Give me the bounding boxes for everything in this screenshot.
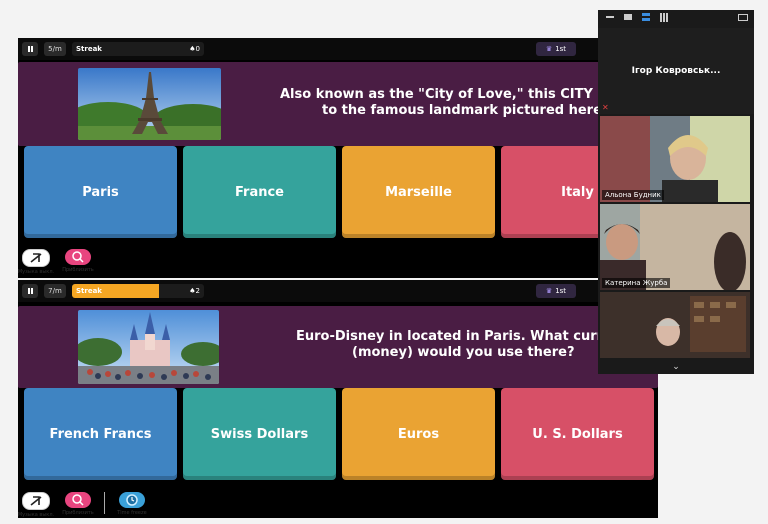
quiz-screen-1: 5/m Streak ♠0 ♛ 1st Also known as the "Ci… bbox=[18, 38, 658, 278]
zoom-button[interactable]: Приблизить bbox=[58, 249, 98, 273]
music-off-label: Музыка выкл. bbox=[17, 512, 55, 518]
question-text-line2: (money) would you use there? bbox=[352, 345, 575, 360]
participant-name: Катерина Журба bbox=[602, 278, 671, 288]
rank-text: 1st bbox=[555, 287, 567, 295]
streak-count: ♠0 bbox=[189, 45, 200, 53]
music-off-icon bbox=[22, 249, 50, 267]
time-freeze-label: Time freeze bbox=[117, 510, 147, 516]
answer-option-2[interactable]: Swiss Dollars bbox=[183, 388, 336, 480]
participant-tile: Катерина Журба bbox=[600, 204, 750, 290]
answer-option-1[interactable]: French Francs bbox=[24, 388, 177, 480]
answer-option-1[interactable]: Paris bbox=[24, 146, 177, 238]
minimize-icon[interactable] bbox=[606, 16, 614, 18]
thumbnail-view-icon[interactable] bbox=[624, 14, 632, 20]
speaker-view-icon[interactable] bbox=[642, 13, 650, 21]
answer-option-4[interactable]: U. S. Dollars bbox=[501, 388, 654, 480]
pause-button[interactable] bbox=[22, 42, 38, 56]
rank-badge: ♛ 1st bbox=[536, 42, 576, 56]
time-freeze-button[interactable]: Time freeze bbox=[112, 492, 152, 516]
streak-bar: Streak ♠2 bbox=[72, 284, 204, 298]
crown-icon: ♛ bbox=[545, 287, 553, 295]
quiz-topbar: 7/m Streak ♠2 ♛ 1st bbox=[18, 280, 658, 302]
streak-count: ♠2 bbox=[189, 287, 200, 295]
rank-badge: ♛ 1st bbox=[536, 284, 576, 298]
participant-tile: Альона Будник bbox=[600, 116, 750, 202]
participant-tile bbox=[600, 292, 750, 358]
answer-option-3[interactable]: Marseille bbox=[342, 146, 495, 238]
zoom-label: Приблизить bbox=[62, 510, 94, 516]
zoom-icon bbox=[65, 492, 91, 508]
music-off-icon bbox=[22, 492, 50, 510]
quiz-topbar: 5/m Streak ♠0 ♛ 1st bbox=[18, 38, 658, 60]
host-name: Ігор Ковровськ... bbox=[631, 66, 721, 76]
question-image-eiffel-tower bbox=[78, 68, 221, 140]
pause-button[interactable] bbox=[22, 284, 38, 298]
expand-chevron-icon[interactable]: ⌄ bbox=[598, 360, 754, 374]
crown-icon: ♛ bbox=[545, 45, 553, 53]
gallery-view-icon[interactable] bbox=[660, 13, 669, 22]
mic-muted-icon: ✕ bbox=[602, 103, 609, 112]
answer-option-3[interactable]: Euros bbox=[342, 388, 495, 480]
streak-label: Streak bbox=[76, 287, 102, 295]
zoom-icon bbox=[65, 249, 91, 265]
time-freeze-icon bbox=[119, 492, 145, 508]
question-panel: Euro-Disney in located in Paris. What cu… bbox=[18, 306, 658, 388]
rank-text: 1st bbox=[555, 45, 567, 53]
exit-fullscreen-icon[interactable] bbox=[738, 14, 748, 21]
video-toolbar bbox=[598, 10, 754, 28]
quiz-screen-2: 7/m Streak ♠2 ♛ 1st Euro-Disney in locat… bbox=[18, 280, 658, 518]
question-counter: 7/m bbox=[44, 284, 66, 298]
music-off-button[interactable]: Музыка выкл. bbox=[16, 492, 56, 518]
music-off-label: Музыка выкл. bbox=[17, 269, 55, 275]
music-off-button[interactable]: Музыка выкл. bbox=[16, 249, 56, 275]
video-panel: Ігор Ковровськ... ✕ Альона Будник Катери… bbox=[598, 10, 754, 374]
question-text-line2: to the famous landmark pictured here. bbox=[322, 103, 607, 118]
answer-option-2[interactable]: France bbox=[183, 146, 336, 238]
streak-label: Streak bbox=[76, 45, 102, 53]
question-image-disney-castle bbox=[78, 310, 219, 384]
question-counter: 5/m bbox=[44, 42, 66, 56]
divider bbox=[104, 492, 105, 514]
question-panel: Also known as the "City of Love," this C… bbox=[18, 62, 658, 146]
zoom-button[interactable]: Приблизить bbox=[58, 492, 98, 516]
zoom-label: Приблизить bbox=[62, 267, 94, 273]
host-tile: Ігор Ковровськ... ✕ bbox=[598, 28, 754, 114]
participant-name: Альона Будник bbox=[602, 190, 664, 200]
streak-bar: Streak ♠0 bbox=[72, 42, 204, 56]
